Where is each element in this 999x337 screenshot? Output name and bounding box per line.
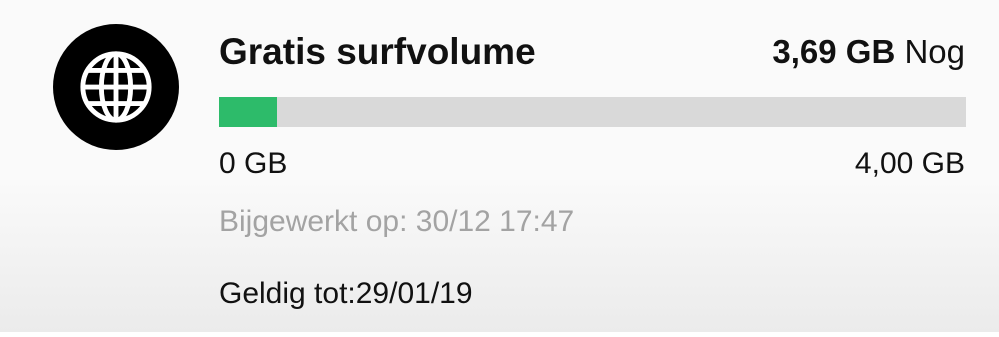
progress-max-label: 4,00 GB (854, 147, 965, 180)
valid-until-text: Geldig tot:29/01/19 (219, 277, 473, 310)
progress-min-label: 0 GB (219, 147, 288, 180)
remaining-volume: 3,69 GB Nog (772, 30, 965, 74)
globe-icon-badge (53, 24, 179, 150)
last-updated-text: Bijgewerkt op: 30/12 17:47 (219, 205, 575, 238)
remaining-suffix: Nog (904, 33, 965, 70)
data-bundle-card[interactable]: Gratis surfvolume 3,69 GB Nog 0 GB 4,00 … (0, 0, 999, 332)
card-divider (0, 332, 999, 337)
usage-progress-bar (219, 97, 966, 127)
remaining-amount: 3,69 GB (772, 33, 896, 70)
bundle-title: Gratis surfvolume (219, 31, 536, 72)
usage-progress-fill (219, 97, 277, 127)
globe-icon (80, 51, 152, 123)
